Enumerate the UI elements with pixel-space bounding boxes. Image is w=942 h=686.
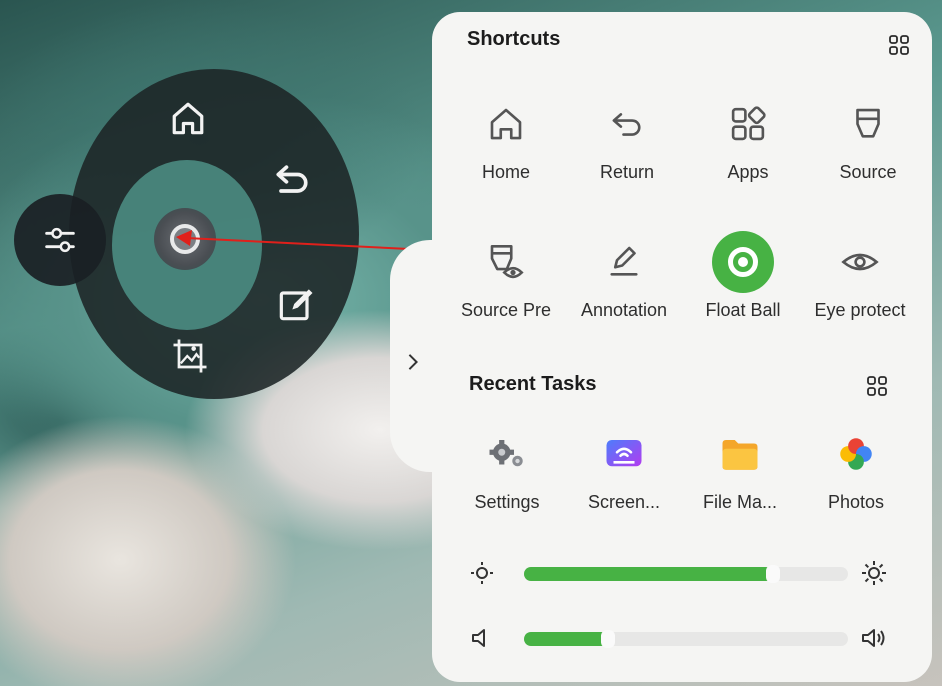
shortcuts-title: Shortcuts (467, 28, 561, 50)
shortcut-source-preview[interactable]: Source Pre (446, 230, 566, 321)
return-icon (612, 113, 641, 136)
recent-task-settings[interactable]: Settings (447, 422, 567, 513)
recent-task-label: Photos (827, 492, 885, 512)
chevron-right-icon (408, 354, 419, 370)
shortcut-label: Home (481, 162, 530, 182)
recent-task-photos[interactable]: Photos (796, 422, 916, 513)
shortcut-source[interactable]: Source (808, 92, 928, 183)
shortcut-label: Eye protect (814, 300, 906, 320)
recent-task-label: File Ma... (702, 492, 777, 512)
apps-icon (731, 106, 766, 141)
shortcuts-edit-button[interactable] (888, 34, 910, 56)
annotation-icon (610, 246, 638, 276)
shortcut-return[interactable]: Return (567, 92, 687, 183)
shortcut-apps[interactable]: Apps (688, 92, 808, 183)
recent-task-file-manager[interactable]: File Ma... (680, 422, 800, 513)
brightness-thumb[interactable] (766, 565, 781, 583)
brightness-fill (524, 567, 774, 581)
edit-icon (279, 289, 313, 321)
volume-thumb[interactable] (601, 630, 616, 648)
brightness-high-icon (862, 561, 886, 585)
radial-annotation-button[interactable] (266, 274, 326, 334)
collapse-panel-button[interactable] (402, 348, 424, 378)
volume-fill (524, 632, 609, 646)
float-ball-handle[interactable] (154, 208, 216, 270)
radial-home-button[interactable] (158, 88, 218, 148)
radial-settings-button[interactable] (14, 194, 106, 286)
grid-icon (867, 376, 887, 396)
volume-low-icon (472, 629, 485, 647)
shortcut-label: Return (599, 162, 655, 182)
home-icon (490, 108, 522, 140)
radial-return-button[interactable] (262, 150, 322, 210)
source-preview-icon (490, 244, 524, 279)
shortcut-label: Source Pre (460, 300, 552, 320)
shortcut-float-ball[interactable]: Float Ball (683, 230, 803, 321)
recent-tasks-title: Recent Tasks (469, 373, 597, 395)
eye-icon (841, 253, 879, 271)
volume-slider[interactable] (462, 620, 892, 656)
brightness-low-icon (471, 562, 493, 584)
recent-task-label: Screen... (587, 492, 661, 512)
float-ball-icon (712, 231, 774, 293)
brightness-slider[interactable] (462, 555, 892, 591)
recent-task-label: Settings (474, 492, 540, 512)
grid-icon (889, 35, 909, 55)
shortcut-label: Float Ball (705, 300, 781, 320)
screen-share-icon (606, 440, 642, 467)
sliders-icon (45, 227, 75, 253)
screenshot-image-icon (173, 339, 207, 373)
brightness-track[interactable] (524, 565, 848, 583)
shortcut-label: Source (839, 162, 897, 182)
settings-gears-icon (489, 440, 523, 467)
shortcut-home[interactable]: Home (446, 92, 566, 183)
photos-pinwheel-icon (840, 438, 872, 470)
recent-task-screen-share[interactable]: Screen... (564, 422, 684, 513)
shortcut-label: Apps (727, 162, 769, 182)
return-icon (276, 165, 308, 193)
shortcut-eye-protect[interactable]: Eye protect (800, 230, 920, 321)
volume-high-icon (862, 629, 885, 647)
folder-icon (722, 440, 758, 470)
shortcut-annotation[interactable]: Annotation (564, 230, 684, 321)
shortcut-label: Annotation (580, 300, 668, 320)
radial-screenshot-button[interactable] (160, 326, 220, 386)
volume-track[interactable] (524, 630, 848, 648)
source-icon (856, 108, 880, 138)
home-icon (172, 102, 204, 135)
recent-tasks-edit-button[interactable] (866, 375, 888, 397)
